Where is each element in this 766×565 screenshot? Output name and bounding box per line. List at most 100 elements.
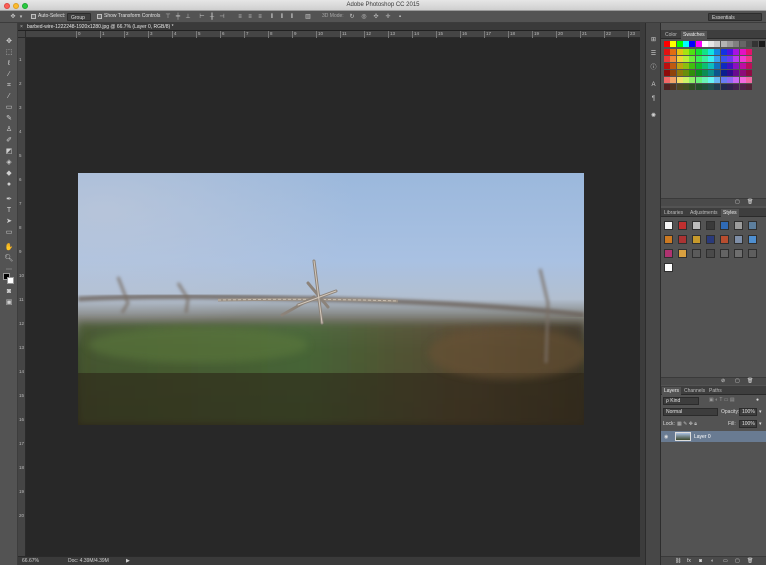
new-swatch-icon[interactable]: ▢ xyxy=(735,199,740,205)
distribute-vcenter-icon[interactable]: ≡ xyxy=(246,13,254,21)
filter-toggle-icon[interactable]: ● xyxy=(756,397,759,403)
style-preset[interactable] xyxy=(734,249,743,258)
blur-tool-icon[interactable]: ◆ xyxy=(4,169,14,179)
swatch[interactable] xyxy=(739,84,746,90)
tab-paths[interactable]: Paths xyxy=(707,387,724,395)
swatch[interactable] xyxy=(727,63,733,69)
swatch[interactable] xyxy=(708,49,715,55)
style-preset[interactable] xyxy=(678,249,687,258)
marquee-tool-icon[interactable]: ⬚ xyxy=(4,48,14,58)
swatch[interactable] xyxy=(689,41,696,47)
align-top-icon[interactable]: ⊤ xyxy=(164,13,172,21)
auto-align-icon[interactable]: ▥ xyxy=(304,13,312,21)
swatches-grid[interactable] xyxy=(661,39,766,199)
swatch[interactable] xyxy=(714,63,721,69)
align-bottom-icon[interactable]: ⊥ xyxy=(184,13,192,21)
swatch[interactable] xyxy=(701,41,708,47)
swatch[interactable] xyxy=(670,49,677,55)
swatch[interactable] xyxy=(727,56,733,62)
layer-style-icon[interactable]: fx xyxy=(687,558,691,564)
swatch[interactable] xyxy=(739,63,746,69)
swatch[interactable] xyxy=(714,41,721,47)
swatch[interactable] xyxy=(689,63,696,69)
style-preset[interactable] xyxy=(720,221,729,230)
new-style-icon[interactable]: ▢ xyxy=(735,378,740,384)
zoom-tool-icon[interactable]: 🔍︎ xyxy=(4,254,14,264)
blend-mode-dropdown[interactable]: Normal xyxy=(663,408,718,416)
opacity-chevron-icon[interactable]: ▾ xyxy=(759,409,762,415)
lasso-tool-icon[interactable]: ℓ xyxy=(4,59,14,69)
swatch[interactable] xyxy=(689,56,696,62)
fill-input[interactable]: 100% xyxy=(739,420,757,428)
swatch[interactable] xyxy=(695,70,702,76)
swatch[interactable] xyxy=(727,77,733,83)
style-preset[interactable] xyxy=(664,235,673,244)
swatch[interactable] xyxy=(739,70,746,76)
swatch[interactable] xyxy=(695,41,702,47)
dodge-tool-icon[interactable]: ● xyxy=(4,180,14,190)
swatch[interactable] xyxy=(664,56,670,62)
delete-style-icon[interactable]: 🗑︎ xyxy=(747,378,753,384)
swatch[interactable] xyxy=(701,70,708,76)
swatch[interactable] xyxy=(739,77,746,83)
swatch[interactable] xyxy=(714,70,721,76)
brush-tool-icon[interactable]: ✎ xyxy=(4,114,14,124)
swatch[interactable] xyxy=(682,41,689,47)
path-selection-tool-icon[interactable]: ➤ xyxy=(4,217,14,227)
swatch[interactable] xyxy=(701,77,708,83)
brush-presets-icon[interactable]: ✺ xyxy=(649,112,658,121)
swatch[interactable] xyxy=(695,49,702,55)
layer-name[interactable]: Layer 0 xyxy=(694,434,711,440)
3d-slide-icon[interactable]: ✛ xyxy=(384,13,392,21)
swatch[interactable] xyxy=(708,56,715,62)
opacity-input[interactable]: 100% xyxy=(739,408,757,416)
style-preset[interactable] xyxy=(664,263,673,272)
swatch[interactable] xyxy=(670,84,677,90)
tab-swatches[interactable]: Swatches xyxy=(681,31,707,39)
move-tool-icon[interactable]: ✥ xyxy=(4,37,14,47)
tab-libraries[interactable]: Libraries xyxy=(662,209,685,217)
swatch[interactable] xyxy=(752,41,759,47)
ruler-origin[interactable] xyxy=(18,31,26,38)
swatch[interactable] xyxy=(695,84,702,90)
swatch[interactable] xyxy=(714,56,721,62)
background-color-swatch[interactable] xyxy=(7,277,14,284)
swatch[interactable] xyxy=(682,84,689,90)
info-panel-icon[interactable]: ⓘ xyxy=(649,64,658,73)
swatch[interactable] xyxy=(664,77,670,83)
style-preset[interactable] xyxy=(734,221,743,230)
swatch[interactable] xyxy=(733,63,740,69)
swatch[interactable] xyxy=(727,49,733,55)
hand-tool-icon[interactable]: ✋ xyxy=(4,243,14,253)
swatch[interactable] xyxy=(758,41,765,47)
swatch[interactable] xyxy=(733,70,740,76)
3d-scale-icon[interactable]: ▪ xyxy=(396,13,404,21)
swatch[interactable] xyxy=(701,49,708,55)
style-preset[interactable] xyxy=(706,235,715,244)
swatch[interactable] xyxy=(695,77,702,83)
auto-select-checkbox[interactable] xyxy=(31,14,36,19)
swatch[interactable] xyxy=(720,70,727,76)
pen-tool-icon[interactable]: ✒ xyxy=(4,195,14,205)
swatch[interactable] xyxy=(745,56,752,62)
zoom-level[interactable]: 66.67% xyxy=(22,558,39,564)
style-preset[interactable] xyxy=(706,249,715,258)
swatch[interactable] xyxy=(689,49,696,55)
swatch[interactable] xyxy=(689,77,696,83)
style-preset[interactable] xyxy=(706,221,715,230)
type-tool-icon[interactable]: T xyxy=(4,206,14,216)
crop-tool-icon[interactable]: ⌗ xyxy=(4,81,14,91)
distribute-left-icon[interactable]: ⦀ xyxy=(268,13,276,21)
swatch[interactable] xyxy=(682,77,689,83)
swatch[interactable] xyxy=(745,70,752,76)
doc-info[interactable]: Doc: 4.39M/4.39M xyxy=(68,558,109,564)
swatch[interactable] xyxy=(676,77,683,83)
layer-row[interactable]: ◉ Layer 0 xyxy=(661,431,766,442)
swatch[interactable] xyxy=(720,77,727,83)
character-panel-icon[interactable]: A xyxy=(649,81,658,90)
history-panel-icon[interactable]: ⊞ xyxy=(649,36,658,45)
swatch[interactable] xyxy=(733,77,740,83)
swatch[interactable] xyxy=(720,41,727,47)
style-preset[interactable] xyxy=(734,235,743,244)
swatch[interactable] xyxy=(682,56,689,62)
